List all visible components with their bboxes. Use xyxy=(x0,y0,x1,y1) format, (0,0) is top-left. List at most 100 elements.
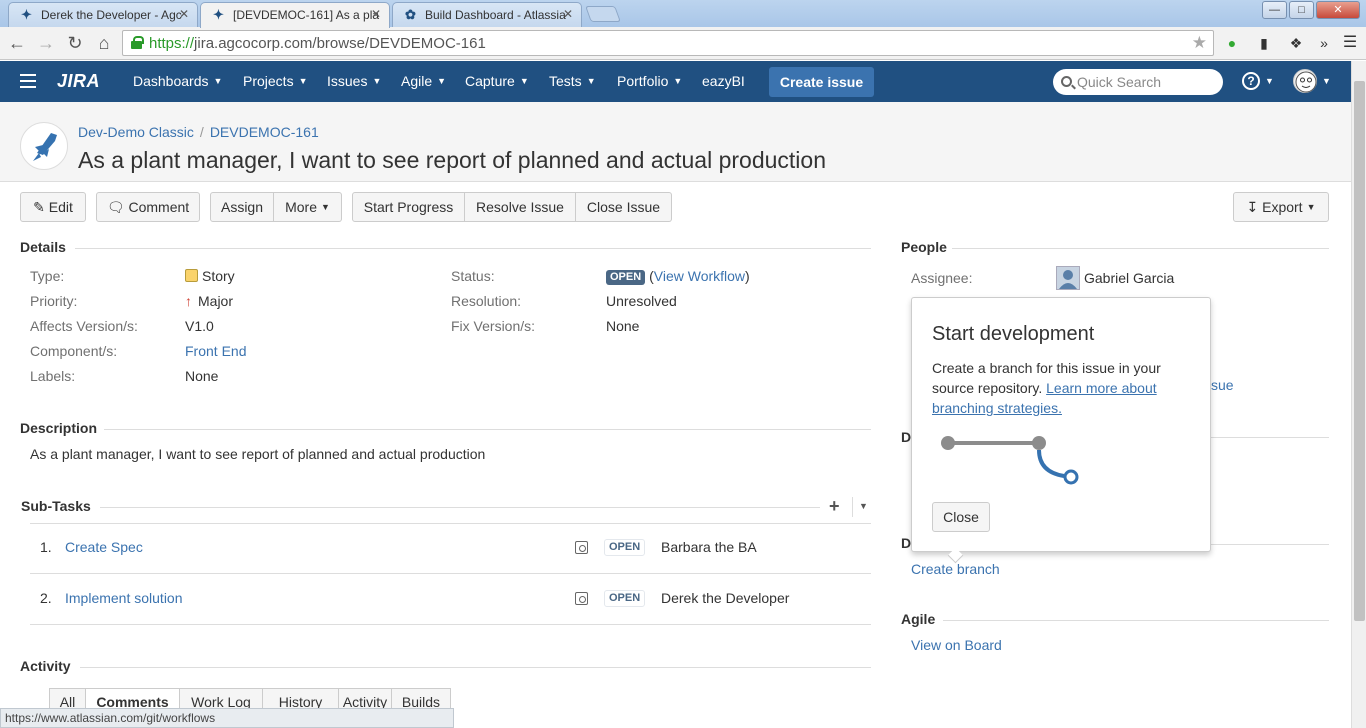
priority-label: Priority: xyxy=(30,293,78,309)
details-heading[interactable]: Details xyxy=(20,239,66,255)
nav-tests[interactable]: Tests ▼ xyxy=(549,73,596,89)
assign-button[interactable]: Assign xyxy=(210,192,274,222)
fix-version-label: Fix Version/s: xyxy=(451,318,536,334)
subtask-assignee[interactable]: Barbara the BA xyxy=(661,539,757,555)
user-avatar[interactable] xyxy=(1293,69,1317,93)
extension-icon[interactable]: ▮ xyxy=(1256,34,1272,52)
chevron-down-icon[interactable]: ▼ xyxy=(1265,76,1274,86)
app-switcher-icon[interactable] xyxy=(20,74,36,88)
edit-button[interactable]: ✎ Edit xyxy=(20,192,86,222)
more-extensions-icon[interactable]: » xyxy=(1316,34,1332,52)
partial-link-text[interactable]: sue xyxy=(1211,377,1234,393)
assignee-avatar xyxy=(1056,266,1080,290)
subtask-link[interactable]: Implement solution xyxy=(65,590,183,606)
view-on-board-link[interactable]: View on Board xyxy=(911,637,1002,653)
minimize-button[interactable]: — xyxy=(1262,1,1287,19)
breadcrumb-issue-key[interactable]: DEVDEMOC-161 xyxy=(210,124,319,140)
export-button[interactable]: ↧ Export ▼ xyxy=(1233,192,1329,222)
nav-capture[interactable]: Capture ▼ xyxy=(465,73,529,89)
description-heading[interactable]: Description xyxy=(20,420,97,436)
chrome-menu-icon[interactable]: ☰ xyxy=(1342,34,1358,52)
divider xyxy=(1211,544,1329,545)
chevron-down-icon[interactable]: ▼ xyxy=(859,501,868,511)
dates-heading-partial[interactable]: D xyxy=(901,429,911,445)
assignee-value[interactable]: Gabriel Garcia xyxy=(1084,270,1174,286)
extension-icon[interactable]: ● xyxy=(1224,34,1240,52)
start-development-dialog: Start development Create a branch for th… xyxy=(911,297,1211,552)
jira-favicon-icon: ✦ xyxy=(21,7,32,22)
tab-close-icon[interactable]: ✕ xyxy=(563,7,573,21)
tab-close-icon[interactable]: ✕ xyxy=(179,7,189,21)
comment-button[interactable]: 🗨︎ Comment xyxy=(96,192,200,222)
jira-logo[interactable]: JIRA xyxy=(57,71,100,92)
resolve-issue-button[interactable]: Resolve Issue xyxy=(465,192,576,222)
tab-title: [DEVDEMOC-161] As a pla xyxy=(233,8,380,22)
affects-version-value: V1.0 xyxy=(185,318,214,334)
subtasks-heading[interactable]: Sub-Tasks xyxy=(21,498,91,514)
scrollbar-thumb[interactable] xyxy=(1354,81,1365,621)
description-text[interactable]: As a plant manager, I want to see report… xyxy=(30,446,485,462)
view-workflow-link[interactable]: View Workflow xyxy=(654,268,745,284)
development-heading-partial[interactable]: D xyxy=(901,535,911,551)
nav-portfolio[interactable]: Portfolio ▼ xyxy=(617,73,682,89)
maximize-button[interactable]: □ xyxy=(1289,1,1314,19)
help-icon[interactable]: ? xyxy=(1242,72,1260,90)
people-heading[interactable]: People xyxy=(901,239,947,255)
quick-search-input[interactable]: Quick Search xyxy=(1053,69,1223,95)
dialog-close-button[interactable]: Close xyxy=(932,502,990,532)
bookmark-star-icon[interactable]: ★ xyxy=(1192,33,1207,53)
subtask-link[interactable]: Create Spec xyxy=(65,539,143,555)
issue-summary[interactable]: As a plant manager, I want to see report… xyxy=(78,147,826,174)
browser-tab[interactable]: ✦ Derek the Developer - Agc ✕ xyxy=(8,2,198,27)
resolution-value: Unresolved xyxy=(606,293,677,309)
status-lozenge: OPEN xyxy=(606,270,646,285)
nav-dashboards[interactable]: Dashboards ▼ xyxy=(133,73,222,89)
subtask-type-icon xyxy=(575,541,588,554)
divider xyxy=(852,497,853,517)
page-scrollbar[interactable] xyxy=(1351,61,1366,728)
home-icon[interactable]: ⌂ xyxy=(94,34,114,52)
labels-value[interactable]: None xyxy=(185,368,218,384)
status-lozenge: OPEN xyxy=(604,590,646,607)
fix-version-value[interactable]: None xyxy=(606,318,639,334)
activity-heading[interactable]: Activity xyxy=(20,658,71,674)
window-close-button[interactable]: ✕ xyxy=(1316,1,1360,19)
component-label: Component/s: xyxy=(30,343,118,359)
comment-icon: 🗨︎ xyxy=(106,199,125,215)
dialog-body: Create a branch for this issue in your s… xyxy=(932,360,1161,416)
chevron-down-icon: ▼ xyxy=(1306,202,1316,212)
nav-issues[interactable]: Issues ▼ xyxy=(327,73,381,89)
back-icon[interactable]: ← xyxy=(7,34,27,52)
address-bar[interactable]: https://jira.agcocorp.com/browse/DEVDEMO… xyxy=(122,30,1214,56)
chevron-down-icon: ▼ xyxy=(372,76,382,86)
close-issue-button[interactable]: Close Issue xyxy=(576,192,672,222)
search-icon xyxy=(1061,76,1072,87)
start-progress-button[interactable]: Start Progress xyxy=(352,192,465,222)
browser-tab-active[interactable]: ✦ [DEVDEMOC-161] As a pla ✕ xyxy=(200,2,390,28)
reload-icon[interactable]: ↻ xyxy=(65,34,85,52)
subtask-assignee[interactable]: Derek the Developer xyxy=(661,590,789,606)
issue-header: Dev-Demo Classic / DEVDEMOC-161 As a plant… xyxy=(0,102,1351,182)
nav-agile[interactable]: Agile ▼ xyxy=(401,73,446,89)
nav-eazybi[interactable]: eazyBI xyxy=(702,73,745,89)
browser-toolbar: ← → ↻ ⌂ https://jira.agcocorp.com/browse… xyxy=(0,27,1366,60)
chevron-down-icon[interactable]: ▼ xyxy=(1322,76,1331,86)
forward-icon[interactable]: → xyxy=(36,34,56,52)
divider xyxy=(943,620,1329,621)
agile-heading[interactable]: Agile xyxy=(901,611,935,627)
breadcrumb-project[interactable]: Dev-Demo Classic xyxy=(78,124,194,140)
table-row: 1. Create Spec OPEN Barbara the BA xyxy=(30,523,871,574)
new-tab-button[interactable] xyxy=(585,6,621,22)
add-subtask-icon[interactable]: + xyxy=(829,496,840,517)
create-issue-button[interactable]: Create issue xyxy=(769,67,874,97)
nav-projects[interactable]: Projects ▼ xyxy=(243,73,308,89)
chevron-down-icon: ▼ xyxy=(586,76,596,86)
component-link[interactable]: Front End xyxy=(185,343,246,359)
dialog-title: Start development xyxy=(932,323,1095,345)
tab-close-icon[interactable]: ✕ xyxy=(371,7,381,21)
project-avatar[interactable] xyxy=(20,122,68,170)
subtask-number: 2. xyxy=(40,590,52,606)
extension-icon[interactable]: ❖ xyxy=(1288,34,1304,52)
browser-tab[interactable]: ✿ Build Dashboard - Atlassia ✕ xyxy=(392,2,582,27)
more-button[interactable]: More ▼ xyxy=(274,192,342,222)
